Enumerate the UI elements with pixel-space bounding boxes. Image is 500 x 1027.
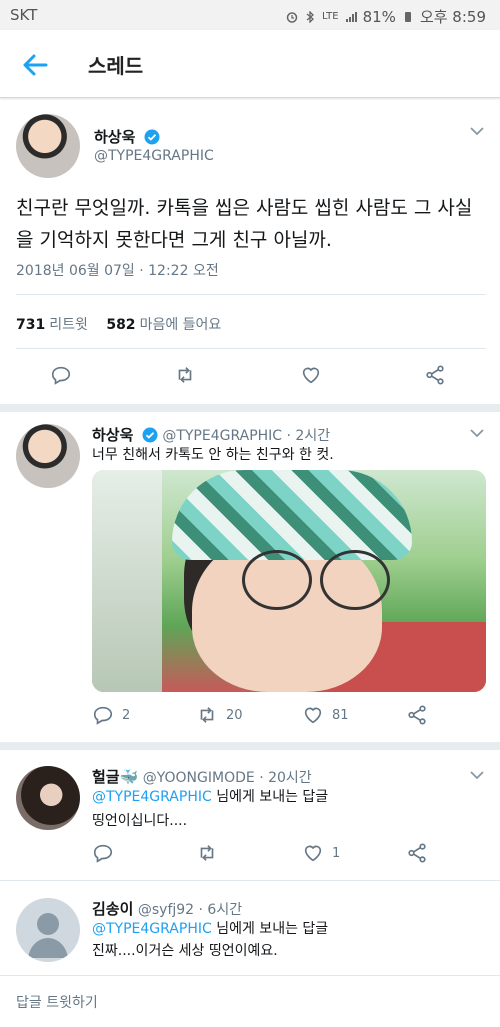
carrier-label: SKT <box>10 6 38 24</box>
reply-count: 2 <box>122 707 131 723</box>
author-handle[interactable]: @YOONGIMODE <box>143 770 255 786</box>
tweet-time: · 20시간 <box>259 770 312 786</box>
avatar[interactable] <box>16 898 80 962</box>
reply-to-label: 님에게 보내는 답글 <box>216 789 329 805</box>
share-icon <box>426 365 444 385</box>
signal-icon <box>345 11 357 22</box>
author-name[interactable]: 하상욱 <box>94 128 135 146</box>
retweet-stat[interactable]: 731 리트윗 <box>16 317 88 333</box>
author-row: 헐글🐳 @YOONGIMODE · 20시간 <box>92 766 312 787</box>
reply-icon <box>93 706 113 725</box>
app-bar: 스레드 <box>0 30 500 98</box>
retweet-button[interactable]: 20 <box>196 704 243 726</box>
retweet-icon <box>200 707 214 723</box>
tweet-text: 친구란 무엇일까. 카톡을 씹은 사람도 씹힌 사람도 그 사실을 기억하지 못… <box>16 197 473 251</box>
like-stat-label: 마음에 들어요 <box>139 317 222 333</box>
share-button[interactable] <box>424 364 446 386</box>
heart-icon <box>302 367 320 384</box>
share-icon <box>408 705 426 725</box>
retweet-count: 731 <box>16 317 46 333</box>
retweet-button[interactable] <box>174 364 196 386</box>
page-title: 스레드 <box>88 54 144 78</box>
author-row: 하상욱 <box>94 126 160 147</box>
author-row: 김송이 @syfj92 · 6시간 <box>92 898 242 919</box>
verified-badge-icon <box>144 129 160 145</box>
reply-input-placeholder[interactable]: 답글 트윗하기 <box>16 992 98 1012</box>
mention-link[interactable]: @TYPE4GRAPHIC <box>92 789 212 805</box>
retweet-icon <box>178 367 192 383</box>
tweet-time: · 2시간 <box>286 428 331 444</box>
share-button[interactable] <box>406 704 428 726</box>
like-count: 81 <box>332 707 349 723</box>
tweet-time: · 6시간 <box>198 902 243 918</box>
main-tweet-actions <box>0 364 500 394</box>
status-bar: SKT LTE 81% 오후 8:59 <box>0 0 500 30</box>
retweet-count: 20 <box>226 707 243 723</box>
section-divider <box>0 404 500 412</box>
like-button[interactable]: 81 <box>302 704 349 726</box>
retweet-button[interactable] <box>196 842 218 864</box>
back-arrow-icon[interactable] <box>20 50 50 80</box>
retweet-icon <box>200 845 214 861</box>
tweet-text: 띵언이십니다.... <box>92 813 188 829</box>
section-divider <box>0 742 500 750</box>
reply-button[interactable]: 2 <box>92 704 130 726</box>
like-count: 1 <box>332 845 341 861</box>
tweet-text: 너무 친해서 카톡도 안 하는 친구와 한 컷. <box>92 447 334 463</box>
author-name[interactable]: 하상욱 <box>92 426 133 444</box>
author-handle[interactable]: @TYPE4GRAPHIC <box>94 148 214 164</box>
like-count: 582 <box>106 317 136 333</box>
mention-link[interactable]: @TYPE4GRAPHIC <box>92 921 212 937</box>
tweet-timestamp: 2018년 06월 07일 · 12:22 오전 <box>16 263 219 279</box>
reply-composer[interactable]: 답글 트윗하기 <box>0 975 500 1027</box>
alarm-icon <box>286 11 298 23</box>
divider <box>16 294 486 295</box>
tweet-text: 진짜....이거슨 세상 띵언이예요. <box>92 943 278 959</box>
tweet-stats: 731 리트윗 582 마음에 들어요 <box>16 314 221 334</box>
battery-icon <box>404 11 411 22</box>
retweet-stat-label: 리트윗 <box>49 317 88 333</box>
reply-actions: 2 20 81 <box>0 704 500 734</box>
battery-percent: 81% <box>362 7 396 26</box>
chevron-down-icon[interactable] <box>470 770 484 780</box>
bluetooth-icon <box>306 10 314 23</box>
heart-icon <box>304 845 322 862</box>
share-button[interactable] <box>406 842 428 864</box>
reply-icon <box>93 844 113 863</box>
status-icons: LTE 81% 오후 8:59 <box>286 6 486 27</box>
chevron-down-icon[interactable] <box>470 126 484 136</box>
reply-icon <box>51 366 71 385</box>
reply-to-line: @TYPE4GRAPHIC 님에게 보내는 답글 <box>92 918 328 940</box>
clock: 오후 8:59 <box>419 8 486 26</box>
like-button[interactable] <box>300 364 322 386</box>
verified-badge-icon <box>142 427 158 443</box>
author-name[interactable]: 김송이 <box>92 900 133 918</box>
author-name[interactable]: 헐글🐳 <box>92 768 138 786</box>
reply-button[interactable] <box>92 842 114 864</box>
divider <box>16 348 486 349</box>
chevron-down-icon[interactable] <box>470 428 484 438</box>
divider <box>0 880 500 881</box>
tweet-photo[interactable] <box>92 470 486 692</box>
author-handle[interactable]: @TYPE4GRAPHIC <box>162 428 282 444</box>
default-avatar-icon <box>28 913 68 958</box>
author-handle[interactable]: @syfj92 <box>138 902 194 918</box>
author-row: 하상욱 @TYPE4GRAPHIC · 2시간 <box>92 424 330 445</box>
network-label: LTE <box>321 11 339 22</box>
avatar[interactable] <box>16 424 80 488</box>
share-icon <box>408 843 426 863</box>
reply-to-line: @TYPE4GRAPHIC 님에게 보내는 답글 <box>92 786 328 808</box>
like-stat[interactable]: 582 마음에 들어요 <box>106 317 221 333</box>
reply-to-label: 님에게 보내는 답글 <box>216 921 329 937</box>
reply-actions: 1 <box>0 842 500 872</box>
avatar[interactable] <box>16 766 80 830</box>
avatar[interactable] <box>16 114 80 178</box>
like-button[interactable]: 1 <box>302 842 340 864</box>
heart-icon <box>304 707 322 724</box>
reply-button[interactable] <box>50 364 72 386</box>
